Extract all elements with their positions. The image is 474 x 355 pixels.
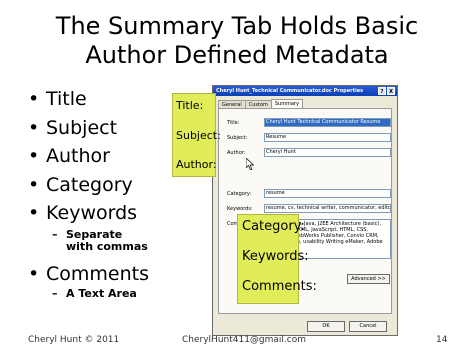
title-field[interactable]: Cheryl Hunt Technical Communicator Resum…: [264, 118, 391, 127]
title-label: Title:: [227, 120, 240, 126]
subject-field[interactable]: Resume: [264, 133, 391, 142]
subject-label: Subject:: [227, 135, 248, 141]
callout-subject-label: Subject:: [176, 129, 221, 142]
footer-page-number: 14: [436, 335, 448, 345]
sub-bullet-text-area: – A Text Area: [28, 287, 188, 301]
callout-category-label: Category:: [242, 219, 305, 234]
bullet-dot-icon: •: [28, 145, 40, 167]
callout-category-keywords-comments: Category: Keywords: Comments:: [237, 214, 317, 304]
slide-title: The Summary Tab Holds Basic Author Defin…: [0, 12, 474, 70]
keywords-field[interactable]: resume, cv, technical writer, communicat…: [264, 204, 391, 213]
author-field[interactable]: Cheryl Hunt: [264, 148, 391, 157]
category-field[interactable]: resume: [264, 189, 391, 198]
sub-bullet-line-1: A Text Area: [66, 287, 137, 300]
bullet-label: Category: [46, 173, 133, 196]
bullet-dot-icon: •: [28, 262, 40, 285]
callout-author-label: Author:: [176, 158, 217, 171]
footer-email: CherylHunt411@gmail.com: [182, 335, 307, 345]
bullet-dot-icon: •: [28, 202, 40, 224]
bullet-label: Author: [46, 145, 110, 167]
bullet-dot-icon: •: [28, 116, 40, 139]
bullet-dot-icon: •: [28, 88, 40, 110]
cancel-button[interactable]: Cancel: [349, 321, 387, 332]
bullet-comments: • Comments: [28, 260, 188, 289]
sub-bullet-separate: – Separate with commas: [28, 227, 188, 254]
bullet-subject: • Subject: [28, 114, 188, 143]
bullet-title: • Title: [28, 85, 188, 114]
bullet-label: Comments: [46, 262, 149, 285]
bullet-label: Keywords: [46, 202, 138, 224]
dash-icon: –: [52, 287, 58, 300]
bullet-label: Subject: [46, 116, 118, 139]
bullet-dot-icon: •: [28, 173, 40, 196]
advanced-button[interactable]: Advanced >>: [347, 274, 390, 284]
dialog-titlebar[interactable]: Cheryl Hunt_Technical Communicator.doc P…: [213, 86, 397, 96]
bullet-list: • Title • Subject • Author • Category • Keywo…: [28, 85, 188, 301]
category-label: Category:: [227, 191, 252, 197]
ok-button[interactable]: OK: [307, 321, 345, 332]
callout-comments-label: Comments:: [242, 279, 317, 294]
bullet-category: • Category: [28, 171, 188, 200]
dialog-title: Cheryl Hunt_Technical Communicator.doc P…: [216, 88, 364, 94]
keywords-label: Keywords:: [227, 206, 253, 212]
titlebar-buttons: ? X: [378, 87, 395, 95]
author-label: Author:: [227, 150, 246, 156]
footer-copyright: Cheryl Hunt © 2011: [28, 335, 120, 345]
bullet-label: Title: [46, 88, 87, 110]
dash-icon: –: [52, 227, 58, 241]
close-button[interactable]: X: [387, 87, 395, 95]
help-button[interactable]: ?: [378, 87, 386, 95]
slide-title-line-2: Author Defined Metadata: [85, 41, 389, 69]
bullet-keywords: • Keywords: [28, 199, 188, 228]
callout-title-label: Title:: [176, 99, 204, 112]
mouse-cursor-icon: [246, 158, 254, 170]
slide-title-line-1: The Summary Tab Holds Basic: [55, 12, 419, 40]
sub-bullet-line-2: with commas: [66, 240, 148, 253]
callout-keywords-label: Keywords:: [242, 249, 309, 264]
callout-title-subject-author: Title: Subject: Author:: [172, 93, 221, 177]
bullet-author: • Author: [28, 142, 188, 171]
